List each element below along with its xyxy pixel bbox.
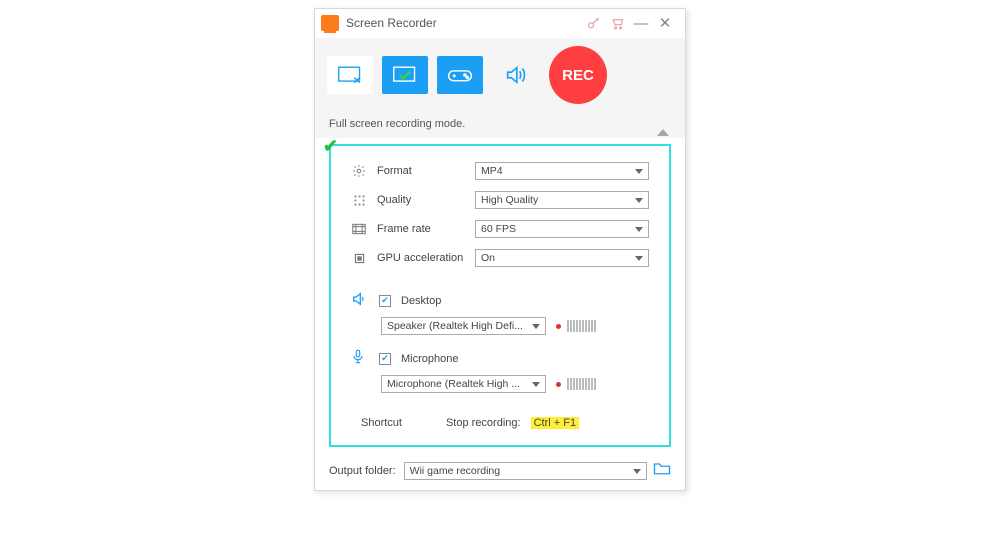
- shortcut-row: Shortcut Stop recording: Ctrl + F1: [351, 417, 649, 429]
- shortcut-stop-label: Stop recording:: [446, 417, 521, 429]
- app-icon: [321, 15, 339, 31]
- desktop-level-meter: [556, 320, 596, 332]
- panel-check-icon: ✔: [323, 136, 338, 157]
- framerate-row: Frame rate 60 FPS: [351, 220, 649, 238]
- close-button[interactable]: ✕: [653, 13, 677, 33]
- format-select[interactable]: MP4: [475, 162, 649, 180]
- quality-label: Quality: [377, 194, 475, 206]
- mode-fullscreen-button[interactable]: [382, 56, 428, 94]
- desktop-audio-block: ✔ Desktop Speaker (Realtek High Defi...: [351, 291, 649, 335]
- output-label: Output folder:: [329, 465, 396, 477]
- mode-toolbar: REC: [315, 37, 685, 112]
- chip-icon: [351, 250, 367, 266]
- minimize-button[interactable]: —: [629, 13, 653, 33]
- mode-description: Full screen recording mode.: [315, 112, 685, 138]
- screen-recorder-window: Screen Recorder — ✕ REC Full screen reco…: [314, 8, 686, 491]
- key-icon[interactable]: [581, 13, 605, 33]
- open-folder-button[interactable]: [653, 461, 671, 480]
- format-row: Format MP4: [351, 162, 649, 180]
- framerate-label: Frame rate: [377, 223, 475, 235]
- shortcut-hotkey: Ctrl + F1: [531, 417, 579, 429]
- desktop-audio-checkbox[interactable]: ✔: [379, 295, 391, 307]
- quality-select[interactable]: High Quality: [475, 191, 649, 209]
- titlebar: Screen Recorder — ✕: [315, 9, 685, 37]
- mode-region-button[interactable]: [327, 56, 373, 94]
- gpu-label: GPU acceleration: [377, 252, 475, 264]
- desktop-audio-label: Desktop: [401, 295, 441, 307]
- record-dot-icon: [556, 382, 561, 387]
- mic-device-select[interactable]: Microphone (Realtek High ...: [381, 375, 546, 393]
- output-folder-select[interactable]: Wii game recording: [404, 462, 647, 480]
- mode-description-text: Full screen recording mode.: [329, 118, 465, 130]
- mode-game-button[interactable]: [437, 56, 483, 94]
- shortcut-heading: Shortcut: [361, 417, 402, 429]
- mode-audio-button[interactable]: [492, 56, 538, 94]
- mic-audio-label: Microphone: [401, 353, 458, 365]
- speaker-icon: [351, 291, 369, 310]
- collapse-toggle-icon[interactable]: [657, 129, 669, 136]
- mic-audio-checkbox[interactable]: ✔: [379, 353, 391, 365]
- format-label: Format: [377, 165, 475, 177]
- gear-icon: [351, 163, 367, 179]
- settings-panel: ✔ Format MP4 Quality High Quality Frame …: [329, 144, 671, 447]
- microphone-icon: [351, 349, 369, 368]
- record-dot-icon: [556, 324, 561, 329]
- mic-audio-block: ✔ Microphone Microphone (Realtek High ..…: [351, 349, 649, 393]
- gpu-select[interactable]: On: [475, 249, 649, 267]
- record-button[interactable]: REC: [549, 46, 607, 104]
- output-row: Output folder: Wii game recording: [315, 457, 685, 490]
- cart-icon[interactable]: [605, 13, 629, 33]
- mic-level-meter: [556, 378, 596, 390]
- grid-icon: [351, 192, 367, 208]
- film-icon: [351, 221, 367, 237]
- quality-row: Quality High Quality: [351, 191, 649, 209]
- window-title: Screen Recorder: [346, 16, 437, 30]
- gpu-row: GPU acceleration On: [351, 249, 649, 267]
- framerate-select[interactable]: 60 FPS: [475, 220, 649, 238]
- desktop-device-select[interactable]: Speaker (Realtek High Defi...: [381, 317, 546, 335]
